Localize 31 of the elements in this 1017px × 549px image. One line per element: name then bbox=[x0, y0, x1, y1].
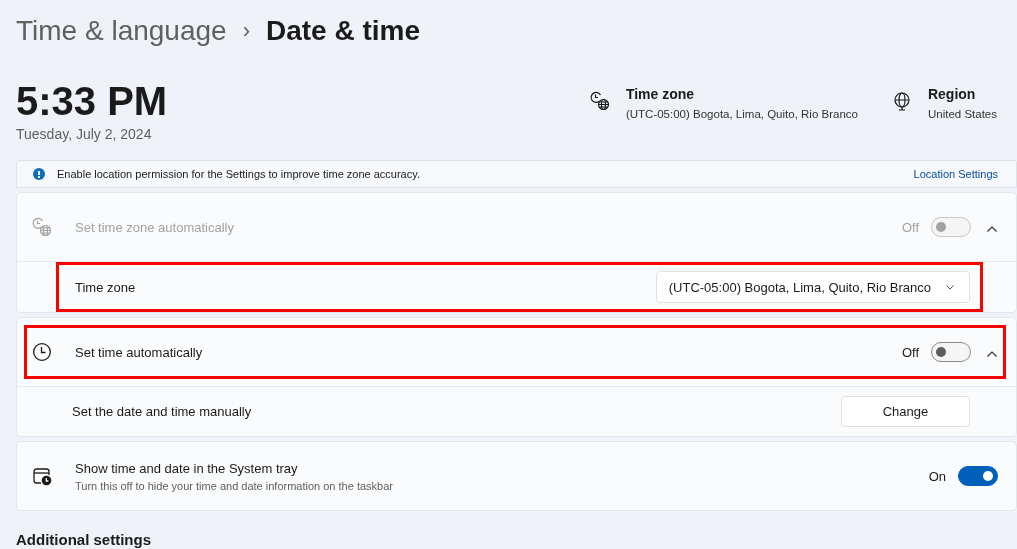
setting-label: Time zone bbox=[75, 279, 137, 295]
summary-value: (UTC-05:00) Bogota, Lima, Quito, Rio Branco bbox=[625, 108, 858, 120]
breadcrumb-separator: › bbox=[242, 18, 250, 44]
setting-label: Set time automatically bbox=[75, 344, 204, 360]
clock-globe-icon bbox=[589, 91, 610, 111]
info-message: Enable location permission for the Settings to improve time zone accuracy. bbox=[57, 168, 421, 180]
change-button[interactable]: Change bbox=[841, 396, 970, 427]
time-zone-dropdown[interactable]: (UTC-05:00) Bogota, Lima, Quito, Rio Branco bbox=[655, 271, 970, 303]
toggle-switch[interactable] bbox=[958, 466, 998, 486]
current-date: Tuesday, July 2, 2024 bbox=[16, 126, 153, 142]
setting-description: Turn this off to hide your time and date information on the taskbar bbox=[75, 479, 394, 492]
toggle-state-label: On bbox=[928, 468, 946, 484]
current-time: 5:33 PM bbox=[16, 79, 168, 123]
toggle-switch[interactable] bbox=[931, 342, 971, 362]
info-icon bbox=[33, 168, 45, 180]
breadcrumb-link[interactable]: Time & language bbox=[16, 15, 227, 47]
toggle-state-label: Off bbox=[901, 219, 919, 235]
setting-label: Set time zone automatically bbox=[75, 219, 235, 235]
section-heading: Additional settings bbox=[16, 531, 152, 549]
summary-value: United States bbox=[927, 108, 997, 120]
toggle-state-label: Off bbox=[901, 344, 919, 360]
setting-label: Set the date and time manually bbox=[72, 404, 253, 419]
page-title: Date & time bbox=[266, 15, 421, 47]
clock-icon bbox=[32, 342, 52, 362]
setting-label: Show time and date in the System tray bbox=[75, 460, 299, 476]
globe-icon bbox=[891, 91, 912, 111]
summary-label: Region bbox=[927, 86, 977, 102]
location-settings-link[interactable]: Location Settings bbox=[913, 168, 998, 180]
calendar-clock-icon bbox=[32, 466, 52, 486]
clock-globe-icon bbox=[32, 217, 52, 237]
summary-label: Time zone bbox=[625, 86, 696, 102]
